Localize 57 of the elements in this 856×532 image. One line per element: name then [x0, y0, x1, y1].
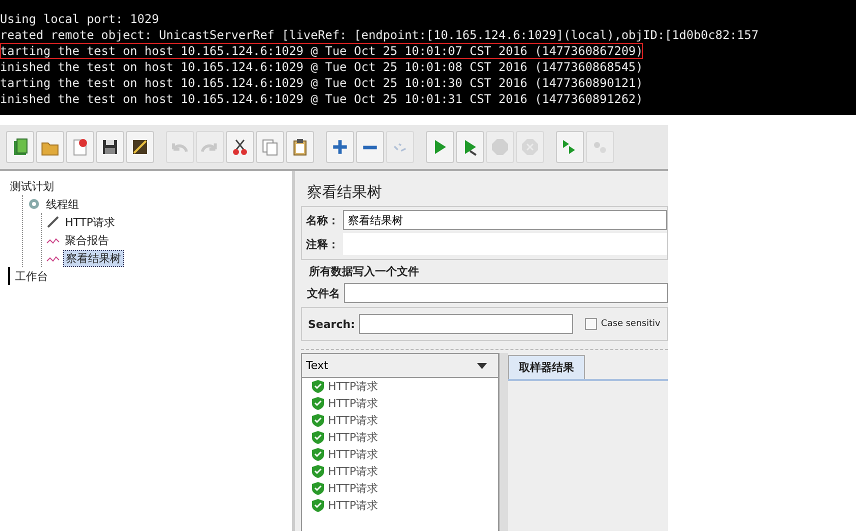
- comment-field[interactable]: [343, 233, 667, 255]
- tree-item[interactable]: 线程组: [44, 196, 81, 212]
- tree-item[interactable]: HTTP请求: [63, 214, 118, 230]
- save-button[interactable]: [96, 131, 124, 163]
- scissors-icon: [230, 137, 250, 157]
- result-item[interactable]: HTTP请求: [328, 447, 378, 462]
- octagon-icon: [490, 137, 510, 157]
- result-item[interactable]: HTTP请求: [328, 464, 378, 479]
- open-button[interactable]: [36, 131, 64, 163]
- filename-label: 文件名: [307, 286, 340, 300]
- log-line: inished the test on host 10.165.124.6:1029 @ Tue Oct 25 10:01:08 CST 2016 (1477360868545): [0, 59, 643, 75]
- redo-icon: [201, 140, 219, 154]
- tree-item[interactable]: 察看结果树: [63, 250, 124, 266]
- start-no-pauses-button[interactable]: [456, 131, 484, 163]
- result-item[interactable]: HTTP请求: [328, 396, 378, 411]
- search-field[interactable]: [358, 314, 573, 334]
- undo-icon: [171, 140, 189, 154]
- result-item[interactable]: HTTP请求: [328, 498, 378, 513]
- copy-icon: [260, 137, 280, 157]
- log-line: tarting the test on host 10.165.124.6:1029 @ Tue Oct 25 10:01:30 CST 2016 (1477360890121): [0, 75, 643, 91]
- comment-label: 注释：: [306, 236, 339, 252]
- collapse-button[interactable]: [356, 131, 384, 163]
- name-field[interactable]: 察看结果树: [343, 210, 667, 230]
- gear-icon: [27, 197, 41, 211]
- result-item[interactable]: HTTP请求: [328, 413, 378, 428]
- caret-icon: [477, 362, 487, 368]
- search-label: Search:: [308, 318, 355, 330]
- renderer-dropdown[interactable]: Text: [302, 354, 498, 378]
- sparkle-icon: [393, 142, 407, 152]
- group-title: 所有数据写入一个文件: [309, 264, 420, 279]
- checkbox-label: Case sensitiv: [600, 319, 660, 329]
- save-image-button[interactable]: [126, 131, 154, 163]
- name-label: 名称：: [306, 212, 339, 228]
- filename-field[interactable]: [344, 283, 668, 303]
- result-item[interactable]: HTTP请求: [328, 481, 378, 496]
- start-button[interactable]: [426, 131, 454, 163]
- plus-icon: [332, 139, 348, 155]
- checkbox[interactable]: [584, 318, 597, 330]
- log-line: tarting the test on host 10.165.124.6:1029 @ Tue Oct 25 10:01:07 CST 2016 (1477360867209): [0, 43, 643, 59]
- tree-item[interactable]: 测试计划: [8, 178, 56, 194]
- templates-button[interactable]: [6, 131, 34, 163]
- result-item[interactable]: HTTP请求: [328, 430, 378, 445]
- result-item[interactable]: HTTP请求: [328, 379, 378, 394]
- cut-button[interactable]: [226, 131, 254, 163]
- log-line: reated remote object: UnicastServerRef [liveRef: [endpoint:[10.165.124.6:1029](local),objID:[1d0b0c82:157: [0, 27, 759, 43]
- minus-icon: [362, 144, 378, 150]
- log-line: Using local port: 1029: [0, 11, 159, 27]
- tab[interactable]: 取样器结果: [508, 355, 585, 379]
- expand-button[interactable]: [326, 131, 354, 163]
- pen-icon: [46, 215, 60, 229]
- panel-title: 察看结果树: [307, 183, 383, 202]
- paste-button[interactable]: [286, 131, 314, 163]
- remote-start-button[interactable]: [556, 131, 584, 163]
- tree-item[interactable]: 聚合报告: [63, 232, 111, 248]
- tree-item[interactable]: 工作台: [13, 268, 50, 284]
- log-line: inished the test on host 10.165.124.6:1029 @ Tue Oct 25 10:01:31 CST 2016 (1477360891262): [0, 91, 643, 107]
- close-button[interactable]: [66, 131, 94, 163]
